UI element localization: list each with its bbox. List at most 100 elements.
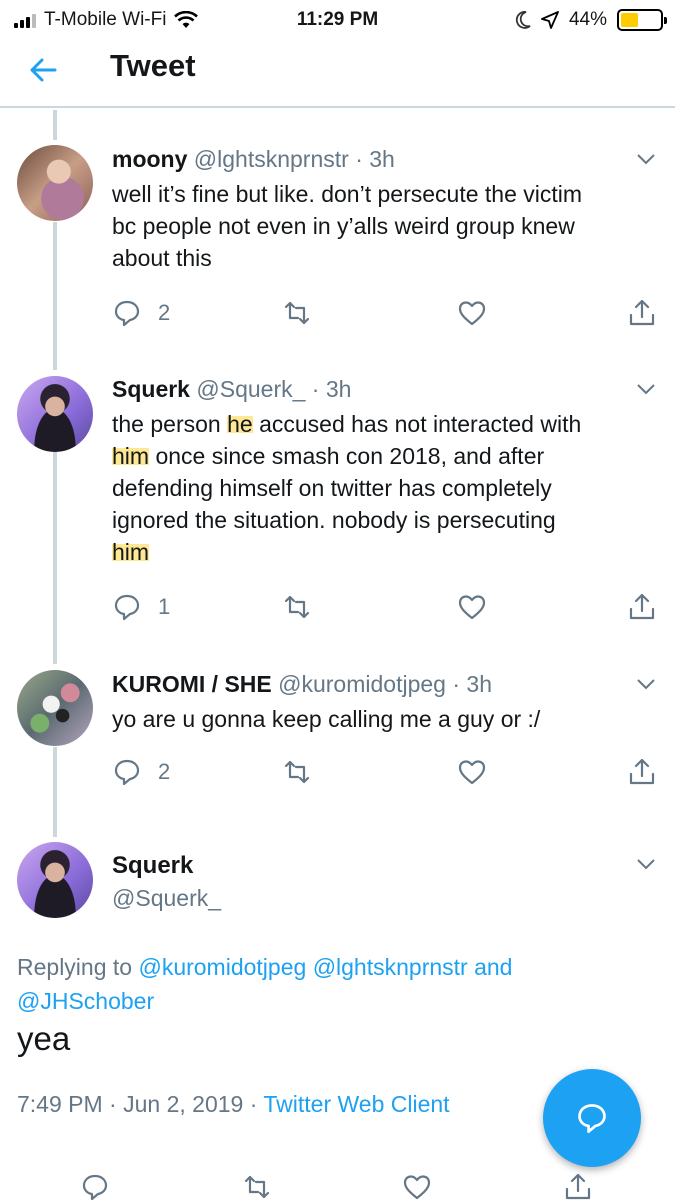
text-line: well it’s fine but like. don’t persecute… bbox=[112, 181, 583, 207]
replying-prefix: Replying to bbox=[17, 954, 139, 980]
reply-tweet[interactable]: KUROMI / SHE @kuromidotjpeg · 3h yo are … bbox=[0, 665, 675, 795]
heart-icon bbox=[458, 301, 486, 326]
reply-count: 2 bbox=[158, 759, 171, 784]
page-title: Tweet bbox=[110, 48, 196, 83]
author-name[interactable]: Squerk bbox=[112, 376, 190, 402]
chevron-down-icon[interactable] bbox=[635, 378, 657, 400]
share-button[interactable] bbox=[627, 298, 657, 328]
like-button[interactable] bbox=[457, 592, 487, 622]
share-button[interactable] bbox=[627, 757, 657, 787]
comment-icon bbox=[114, 594, 140, 621]
battery-percent: 44% bbox=[568, 9, 607, 30]
tweet-time: 3h bbox=[325, 376, 352, 402]
comment-icon bbox=[114, 300, 140, 327]
text-line: him once since smash con 2018, and after bbox=[112, 440, 657, 472]
highlighted-word: he bbox=[227, 411, 253, 437]
tweet-text: the person he accused has not interacted… bbox=[112, 408, 657, 568]
reply-button[interactable]: 2 bbox=[112, 298, 170, 328]
reply-count: 1 bbox=[158, 594, 171, 619]
like-button[interactable] bbox=[457, 298, 487, 328]
separator-dot: · bbox=[109, 1091, 117, 1117]
text-line: yo are u gonna keep calling me a guy or … bbox=[112, 706, 541, 732]
heart-icon bbox=[458, 760, 486, 785]
reply-button[interactable]: 1 bbox=[112, 592, 170, 622]
text-segment: once since smash con 2018, and after bbox=[149, 443, 545, 469]
author-name[interactable]: Squerk bbox=[112, 852, 193, 880]
share-button[interactable] bbox=[627, 592, 657, 622]
client-link[interactable]: Twitter Web Client bbox=[263, 1091, 449, 1117]
text-segment: accused has not interacted with bbox=[252, 411, 582, 437]
text-line: the person he accused has not interacted… bbox=[112, 408, 657, 440]
battery-icon bbox=[617, 9, 667, 31]
avatar[interactable] bbox=[17, 670, 93, 746]
author-handle[interactable]: @Squerk_ bbox=[196, 376, 305, 402]
retweet-button[interactable] bbox=[282, 298, 312, 328]
highlighted-word: him bbox=[112, 539, 150, 565]
separator-dot: · bbox=[452, 671, 461, 697]
action-bar bbox=[0, 1172, 675, 1200]
compose-reply-icon bbox=[578, 1104, 606, 1133]
author-handle[interactable]: @lghtsknprnstr bbox=[194, 146, 349, 172]
text-line: defending himself on twitter has complet… bbox=[112, 475, 552, 501]
mention-and[interactable]: and bbox=[474, 954, 512, 980]
mention-link[interactable]: @JHSchober bbox=[17, 988, 154, 1014]
reply-tweet[interactable]: moony @lghtsknprnstr · 3h well it’s fine… bbox=[0, 140, 675, 360]
avatar[interactable] bbox=[17, 376, 93, 452]
battery-level bbox=[621, 13, 638, 27]
comment-icon[interactable] bbox=[80, 1172, 110, 1200]
share-icon[interactable] bbox=[563, 1172, 593, 1200]
tweet-text: yo are u gonna keep calling me a guy or … bbox=[112, 703, 657, 735]
moon-icon bbox=[515, 11, 531, 29]
retweet-button[interactable] bbox=[282, 592, 312, 622]
reply-button[interactable]: 2 bbox=[112, 757, 170, 787]
replying-to: Replying to @kuromidotjpeg @lghtsknprnst… bbox=[17, 950, 637, 1018]
chevron-down-icon[interactable] bbox=[635, 673, 657, 695]
tweet-time: 3h bbox=[369, 146, 395, 172]
thread-line bbox=[53, 110, 57, 140]
like-button[interactable] bbox=[457, 757, 487, 787]
text-segment: the person bbox=[112, 411, 228, 437]
retweet-icon bbox=[284, 760, 310, 784]
text-line: ignored the situation. nobody is persecu… bbox=[112, 507, 556, 533]
tweet-date: Jun 2, 2019 bbox=[123, 1091, 244, 1117]
chevron-down-icon[interactable] bbox=[635, 853, 657, 875]
separator-dot: · bbox=[355, 146, 363, 172]
retweet-icon bbox=[284, 301, 310, 325]
separator-dot: · bbox=[311, 376, 320, 402]
author-name[interactable]: KUROMI / SHE bbox=[112, 671, 272, 697]
share-icon bbox=[629, 299, 655, 326]
avatar[interactable] bbox=[17, 842, 93, 918]
highlighted-word: him bbox=[112, 443, 150, 469]
mention-link[interactable]: @lghtsknprnstr bbox=[313, 954, 468, 980]
avatar[interactable] bbox=[17, 145, 93, 221]
status-bar: T-Mobile Wi-Fi 11:29 PM 44% bbox=[0, 0, 675, 40]
arrow-left-icon[interactable] bbox=[22, 48, 66, 92]
share-icon bbox=[629, 593, 655, 620]
retweet-icon[interactable] bbox=[242, 1172, 272, 1200]
tweet-text: well it’s fine but like. don’t persecute… bbox=[112, 178, 657, 274]
heart-icon bbox=[458, 595, 486, 620]
action-bar: 1 bbox=[112, 592, 675, 624]
retweet-button[interactable] bbox=[282, 757, 312, 787]
heart-icon[interactable] bbox=[402, 1172, 432, 1200]
text-line: him bbox=[112, 536, 657, 568]
separator-dot: · bbox=[249, 1091, 258, 1117]
text-line: bc people not even in y’alls weird group… bbox=[112, 213, 575, 239]
retweet-icon bbox=[284, 595, 310, 619]
tweet-time: 3h bbox=[466, 671, 492, 697]
header: Tweet bbox=[0, 40, 675, 108]
reply-tweet[interactable]: Squerk @Squerk_ · 3h the person he accus… bbox=[0, 370, 675, 660]
author-handle[interactable]: @Squerk_ bbox=[112, 885, 221, 912]
location-icon bbox=[541, 11, 559, 29]
tweet-time: 7:49 PM bbox=[17, 1091, 103, 1117]
mention-link[interactable]: @kuromidotjpeg bbox=[138, 954, 306, 980]
share-icon bbox=[629, 758, 655, 785]
action-bar: 2 bbox=[112, 757, 675, 789]
chevron-down-icon[interactable] bbox=[635, 148, 657, 170]
tweet-meta: 7:49 PM · Jun 2, 2019 · Twitter Web Clie… bbox=[17, 1091, 450, 1118]
compose-reply-button[interactable] bbox=[543, 1069, 641, 1167]
comment-icon bbox=[114, 759, 140, 786]
tweet-text: yea bbox=[17, 1020, 71, 1057]
author-handle[interactable]: @kuromidotjpeg bbox=[278, 671, 446, 697]
author-name[interactable]: moony bbox=[112, 146, 187, 172]
